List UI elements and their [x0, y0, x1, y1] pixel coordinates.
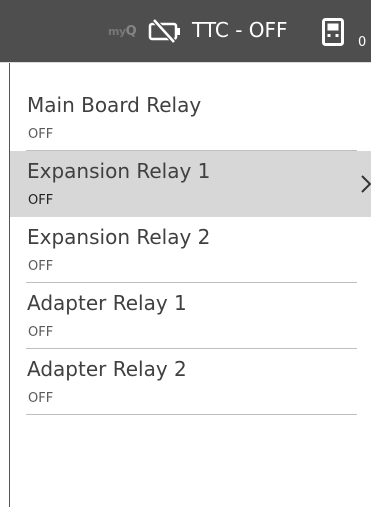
- status-bar: myQ TTC - OFF 0: [0, 0, 371, 62]
- relay-name: Expansion Relay 2: [27, 225, 211, 249]
- relay-status: OFF: [28, 391, 54, 406]
- relay-name: Adapter Relay 2: [27, 357, 187, 381]
- brand-logo: myQ: [108, 24, 137, 39]
- relay-status: OFF: [28, 325, 54, 340]
- relay-list: Main Board Relay OFF Expansion Relay 1 O…: [10, 85, 371, 415]
- brand-prefix: my: [108, 25, 126, 38]
- relay-status: OFF: [28, 259, 54, 274]
- relay-name: Expansion Relay 1: [27, 159, 211, 183]
- battery-off-icon: [148, 19, 180, 43]
- chevron-right-icon[interactable]: [361, 173, 371, 195]
- brand-suffix: Q: [125, 24, 137, 39]
- relay-name: Main Board Relay: [27, 93, 202, 117]
- relay-item-expansion-1[interactable]: Expansion Relay 1 OFF: [10, 151, 371, 217]
- relay-name: Adapter Relay 1: [27, 291, 187, 315]
- relay-screen: myQ TTC - OFF 0 Main Board Relay OFF Exp…: [0, 0, 371, 507]
- device-count: 0: [358, 35, 367, 50]
- relay-status: OFF: [28, 193, 54, 208]
- device-icon[interactable]: [322, 18, 344, 46]
- relay-item-adapter-1[interactable]: Adapter Relay 1 OFF: [10, 283, 371, 349]
- relay-item-adapter-2[interactable]: Adapter Relay 2 OFF: [10, 349, 371, 415]
- relay-item-expansion-2[interactable]: Expansion Relay 2 OFF: [10, 217, 371, 283]
- relay-item-main-board[interactable]: Main Board Relay OFF: [10, 85, 371, 151]
- ttc-status-text: TTC - OFF: [192, 18, 288, 42]
- relay-divider: [26, 414, 357, 415]
- relay-status: OFF: [28, 127, 54, 142]
- header-divider: [0, 62, 371, 63]
